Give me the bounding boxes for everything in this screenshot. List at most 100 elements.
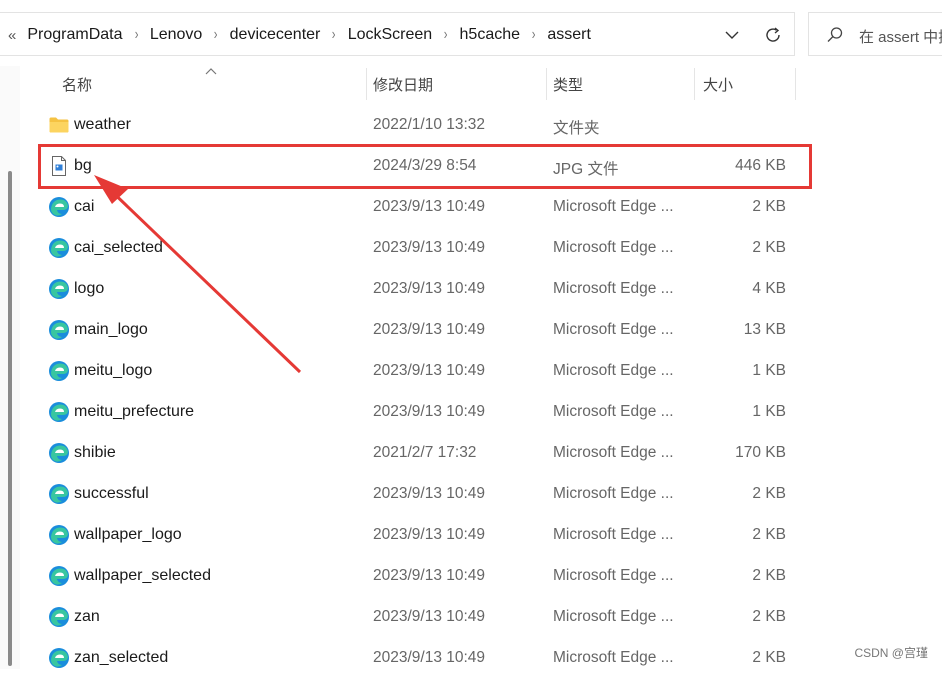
edge-icon bbox=[48, 524, 70, 546]
file-size: 2 KB bbox=[752, 649, 786, 666]
folder-icon bbox=[48, 114, 70, 136]
file-type: Microsoft Edge ... bbox=[553, 198, 674, 215]
file-type: 文件夹 bbox=[553, 120, 600, 137]
file-name[interactable]: successful bbox=[74, 485, 149, 503]
file-size: 13 KB bbox=[743, 321, 786, 338]
refresh-icon[interactable] bbox=[762, 24, 784, 46]
image-file-icon bbox=[48, 155, 70, 177]
edge-icon bbox=[48, 360, 70, 382]
file-row[interactable]: successful 2023/9/13 10:49 Microsoft Edge … bbox=[40, 474, 810, 515]
file-size: 2 KB bbox=[752, 526, 786, 543]
breadcrumb-item-assert[interactable]: assert bbox=[544, 26, 594, 44]
file-name[interactable]: zan_selected bbox=[74, 649, 168, 667]
file-date: 2023/9/13 10:49 bbox=[373, 649, 486, 666]
edge-icon bbox=[48, 237, 70, 259]
breadcrumb-separator[interactable]: › bbox=[209, 26, 224, 44]
file-size: 2 KB bbox=[752, 239, 786, 256]
file-row[interactable]: meitu_prefecture 2023/9/13 10:49 Microsoft… bbox=[40, 392, 810, 433]
file-row[interactable]: meitu_logo 2023/9/13 10:49 Microsoft Edge … bbox=[40, 351, 810, 392]
file-size: 2 KB bbox=[752, 567, 786, 584]
file-name[interactable]: cai_selected bbox=[74, 239, 163, 257]
file-row[interactable]: main_logo 2023/9/13 10:49 Microsoft Edge .… bbox=[40, 310, 810, 351]
column-header-date[interactable]: 修改日期 bbox=[373, 68, 543, 100]
file-date: 2023/9/13 10:49 bbox=[373, 198, 486, 215]
file-name[interactable]: meitu_prefecture bbox=[74, 403, 194, 421]
file-type: Microsoft Edge ... bbox=[553, 526, 674, 543]
search-box[interactable]: 在 assert 中搜 bbox=[808, 12, 942, 56]
column-divider[interactable] bbox=[546, 68, 547, 100]
file-name[interactable]: wallpaper_logo bbox=[74, 526, 182, 544]
column-divider[interactable] bbox=[795, 68, 796, 100]
chevron-down-icon[interactable] bbox=[722, 25, 742, 45]
file-date: 2023/9/13 10:49 bbox=[373, 608, 486, 625]
file-date: 2023/9/13 10:49 bbox=[373, 485, 486, 502]
file-row[interactable]: cai 2023/9/13 10:49 Microsoft Edge ... 2 KB bbox=[40, 187, 810, 228]
column-header-size[interactable]: 大小 bbox=[703, 68, 793, 100]
file-size: 1 KB bbox=[752, 403, 786, 420]
file-name[interactable]: shibie bbox=[74, 444, 116, 462]
breadcrumb-item-h5cache[interactable]: h5cache bbox=[457, 26, 524, 44]
address-bar[interactable]: « ProgramData › Lenovo › devicecenter › … bbox=[0, 12, 795, 56]
edge-icon bbox=[48, 606, 70, 628]
file-row[interactable]: weather 2022/1/10 13:32 文件夹 bbox=[40, 105, 810, 146]
scrollbar-thumb[interactable] bbox=[8, 171, 12, 666]
file-size: 2 KB bbox=[752, 198, 786, 215]
file-size: 1 KB bbox=[752, 362, 786, 379]
edge-icon bbox=[48, 647, 70, 669]
column-header-size-label: 大小 bbox=[703, 76, 734, 94]
breadcrumb-separator[interactable]: › bbox=[438, 26, 453, 44]
file-date: 2023/9/13 10:49 bbox=[373, 321, 486, 338]
file-row[interactable]: zan_selected 2023/9/13 10:49 Microsoft Edg… bbox=[40, 638, 810, 679]
file-name[interactable]: bg bbox=[74, 157, 92, 175]
breadcrumb-item-lockscreen[interactable]: LockScreen bbox=[345, 26, 436, 44]
file-type: Microsoft Edge ... bbox=[553, 444, 674, 461]
file-name[interactable]: main_logo bbox=[74, 321, 148, 339]
file-date: 2023/9/13 10:49 bbox=[373, 567, 486, 584]
file-type: Microsoft Edge ... bbox=[553, 321, 674, 338]
file-row[interactable]: wallpaper_logo 2023/9/13 10:49 Microsoft E… bbox=[40, 515, 810, 556]
file-date: 2024/3/29 8:54 bbox=[373, 157, 477, 174]
file-type: Microsoft Edge ... bbox=[553, 239, 674, 256]
file-row[interactable]: logo 2023/9/13 10:49 Microsoft Edge ... 4 K… bbox=[40, 269, 810, 310]
file-row[interactable]: cai_selected 2023/9/13 10:49 Microsoft Edg… bbox=[40, 228, 810, 269]
vertical-scrollbar[interactable] bbox=[0, 66, 20, 669]
file-size: 2 KB bbox=[752, 608, 786, 625]
column-divider[interactable] bbox=[694, 68, 695, 100]
file-name[interactable]: wallpaper_selected bbox=[74, 567, 211, 585]
edge-icon bbox=[48, 196, 70, 218]
edge-icon bbox=[48, 483, 70, 505]
file-date: 2021/2/7 17:32 bbox=[373, 444, 477, 461]
file-size: 446 KB bbox=[735, 157, 786, 174]
breadcrumb-overflow-icon[interactable]: « bbox=[8, 27, 16, 44]
breadcrumb-item-lenovo[interactable]: Lenovo bbox=[147, 26, 206, 44]
file-size: 4 KB bbox=[752, 280, 786, 297]
file-row[interactable]: shibie 2021/2/7 17:32 Microsoft Edge ... 17… bbox=[40, 433, 810, 474]
file-row[interactable]: bg 2024/3/29 8:54 JPG 文件 446 KB bbox=[38, 144, 812, 189]
edge-icon bbox=[48, 278, 70, 300]
edge-icon bbox=[48, 442, 70, 464]
column-divider[interactable] bbox=[366, 68, 367, 100]
file-name[interactable]: weather bbox=[74, 116, 131, 134]
file-name[interactable]: meitu_logo bbox=[74, 362, 152, 380]
breadcrumb-separator[interactable]: › bbox=[129, 26, 144, 44]
breadcrumb-separator[interactable]: › bbox=[327, 26, 342, 44]
file-date: 2023/9/13 10:49 bbox=[373, 239, 486, 256]
file-date: 2023/9/13 10:49 bbox=[373, 526, 486, 543]
file-type: Microsoft Edge ... bbox=[553, 608, 674, 625]
file-type: Microsoft Edge ... bbox=[553, 280, 674, 297]
column-header-name[interactable]: 名称 bbox=[62, 68, 362, 100]
breadcrumb-item-devicecenter[interactable]: devicecenter bbox=[227, 26, 324, 44]
breadcrumb-item-programdata[interactable]: ProgramData bbox=[24, 26, 125, 44]
search-input[interactable]: 在 assert 中搜 bbox=[859, 26, 942, 47]
file-row[interactable]: wallpaper_selected 2023/9/13 10:49 Microso… bbox=[40, 556, 810, 597]
edge-icon bbox=[48, 401, 70, 423]
column-header-type[interactable]: 类型 bbox=[553, 68, 693, 100]
file-size: 2 KB bbox=[752, 485, 786, 502]
file-row[interactable]: zan 2023/9/13 10:49 Microsoft Edge ... 2 KB bbox=[40, 597, 810, 638]
edge-icon bbox=[48, 319, 70, 341]
file-name[interactable]: cai bbox=[74, 198, 94, 216]
file-name[interactable]: logo bbox=[74, 280, 104, 298]
column-header-name-label: 名称 bbox=[62, 76, 93, 94]
file-name[interactable]: zan bbox=[74, 608, 100, 626]
breadcrumb-separator[interactable]: › bbox=[526, 26, 541, 44]
